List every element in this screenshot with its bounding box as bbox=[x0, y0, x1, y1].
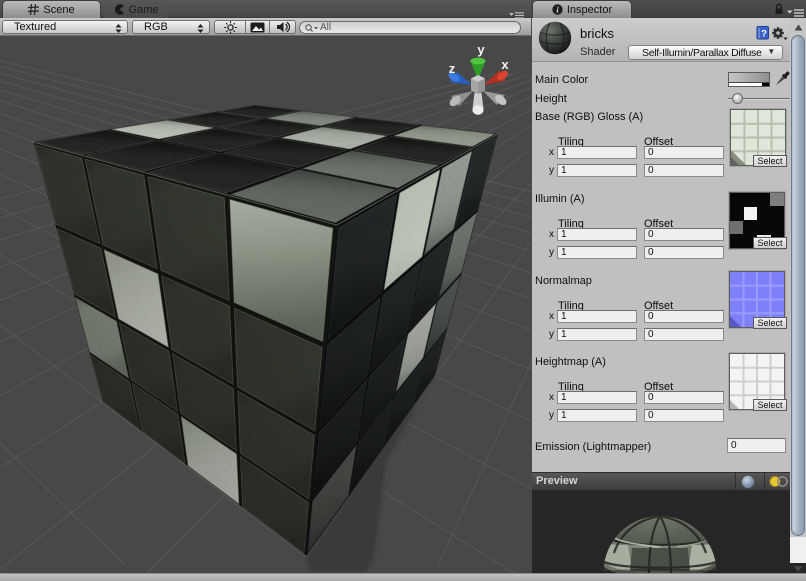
svg-text:?: ? bbox=[761, 29, 767, 40]
svg-text:y: y bbox=[477, 42, 485, 57]
svg-text:x: x bbox=[501, 57, 509, 72]
svg-text:z: z bbox=[449, 61, 456, 76]
